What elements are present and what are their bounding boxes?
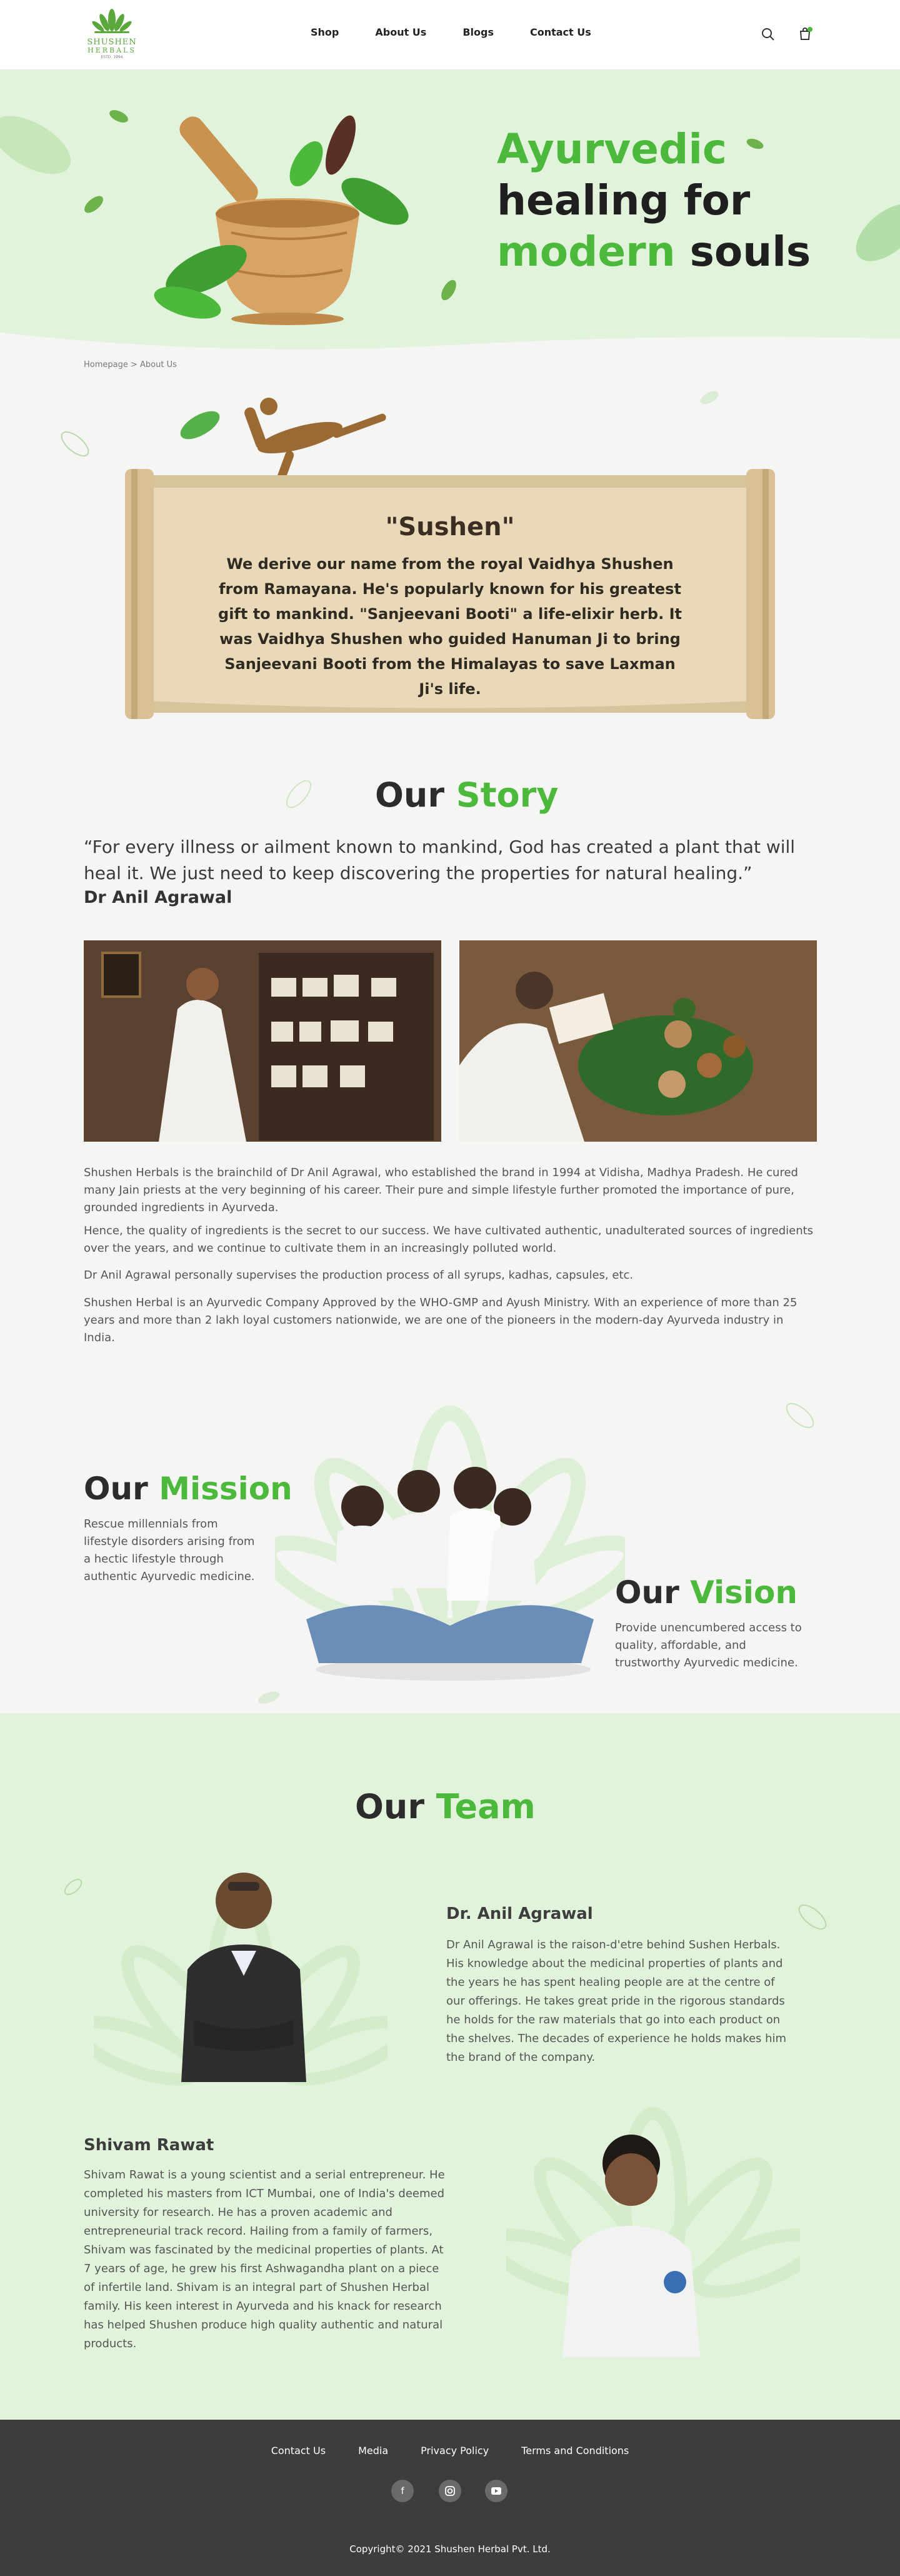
hero-banner: Ayurvedic healing for modern souls: [0, 70, 900, 358]
footer-privacy-policy[interactable]: Privacy Policy: [421, 2445, 489, 2457]
scroll-title: "Sushen": [385, 513, 515, 541]
copyright: Copyright© 2021 Shushen Herbal Pvt. Ltd.: [349, 2543, 551, 2555]
team-member-name: Dr. Anil Agrawal: [446, 1904, 593, 1923]
instagram-icon[interactable]: [439, 2480, 461, 2502]
leaf-decor-icon: [286, 780, 312, 808]
leaf-decor-icon: [61, 431, 89, 457]
nav-contact-us[interactable]: Contact Us: [530, 26, 591, 38]
logo[interactable]: SHUSHEN HERBALS ESTD. 1994: [84, 6, 140, 64]
nav-about-us[interactable]: About Us: [375, 26, 426, 38]
leaf-decor-icon: [786, 1402, 814, 1429]
founder-quote: “For every illness or ailment known to m…: [84, 837, 796, 883]
leaf-decor-icon: [64, 1879, 82, 1895]
family-photo: [306, 1467, 594, 1681]
team-member-bio: Dr Anil Agrawal is the raison-d'etre beh…: [446, 1938, 787, 2064]
team-heading: Our Team: [355, 1787, 536, 1826]
hero-line-1: Ayurvedic: [497, 125, 728, 173]
team-wave-divider: [0, 1714, 900, 1738]
team-member-name: Shivam Rawat: [84, 2136, 214, 2155]
footer-terms[interactable]: Terms and Conditions: [521, 2445, 629, 2457]
breadcrumb[interactable]: Homepage > About Us: [84, 360, 177, 370]
mission-heading-dark: Our: [84, 1471, 148, 1507]
footer-links: Contact Us Media Privacy Policy Terms an…: [0, 2445, 900, 2457]
footer-contact-us[interactable]: Contact Us: [271, 2445, 326, 2457]
hero-line-3-green: modern: [497, 228, 676, 276]
story-heading: Our Story: [375, 775, 558, 815]
mission-heading-green: Mission: [159, 1471, 292, 1507]
team-member-bio: Shivam Rawat is a young scientist and a …: [84, 2168, 445, 2350]
story-paragraph: Dr Anil Agrawal personally supervises th…: [84, 1269, 634, 1282]
story-heading-green: Story: [456, 775, 559, 815]
vision-heading-green: Vision: [690, 1574, 798, 1611]
hero-wave-divider: [0, 333, 900, 364]
nav-blogs[interactable]: Blogs: [462, 26, 494, 38]
lotus-logo-icon: [92, 9, 132, 33]
story-photo-pharmacy: [84, 940, 441, 1142]
mission-text: Rescue millennials from lifestyle disord…: [84, 1517, 255, 1583]
quote-author: Dr Anil Agrawal: [84, 888, 232, 907]
story-photo-reading: [459, 940, 817, 1142]
vision-heading-dark: Our: [615, 1574, 679, 1611]
leaf-decor-icon: [700, 391, 719, 405]
main-nav: Shop About Us Blogs Contact Us: [311, 26, 628, 38]
team-member-photo: [562, 2135, 700, 2357]
search-icon[interactable]: [760, 26, 776, 43]
sushen-scroll: "Sushen" We derive our name from the roy…: [125, 388, 775, 732]
facebook-icon[interactable]: f: [391, 2480, 414, 2502]
vision-text: Provide unencumbered access to quality, …: [615, 1621, 802, 1669]
youtube-icon[interactable]: [485, 2480, 508, 2502]
scroll-text: We derive our name from the royal Vaidhy…: [218, 555, 682, 698]
story-heading-dark: Our: [375, 775, 444, 815]
story-paragraph: Shushen Herbal is an Ayurvedic Company A…: [84, 1296, 798, 1344]
logo-name: SHUSHEN: [87, 38, 137, 47]
logo-subtitle: HERBALS: [88, 46, 136, 54]
cart-icon[interactable]: [798, 26, 814, 43]
mission-heading: Our Mission: [84, 1471, 292, 1507]
story-paragraph: Shushen Herbals is the brainchild of Dr …: [84, 1166, 798, 1214]
hero-line-3-dark: souls: [689, 228, 811, 276]
leaf-decor-icon: [798, 1904, 827, 1930]
team-member-photo: [181, 1873, 306, 2082]
logo-established: ESTD. 1994: [101, 55, 123, 59]
team-heading-green: Team: [436, 1787, 536, 1826]
story-paragraph: Hence, the quality of ingredients is the…: [84, 1224, 814, 1255]
mortar-pestle-illustration: [154, 115, 409, 325]
hero-title: Ayurvedic healing for modern souls: [497, 124, 811, 278]
team-heading-dark: Our: [355, 1787, 424, 1826]
vision-heading: Our Vision: [615, 1574, 798, 1611]
site-header: SHUSHEN HERBALS ESTD. 1994 Shop About Us…: [0, 0, 900, 70]
footer-media[interactable]: Media: [358, 2445, 388, 2457]
hero-line-2: healing for: [497, 176, 751, 224]
nav-shop[interactable]: Shop: [311, 26, 339, 38]
